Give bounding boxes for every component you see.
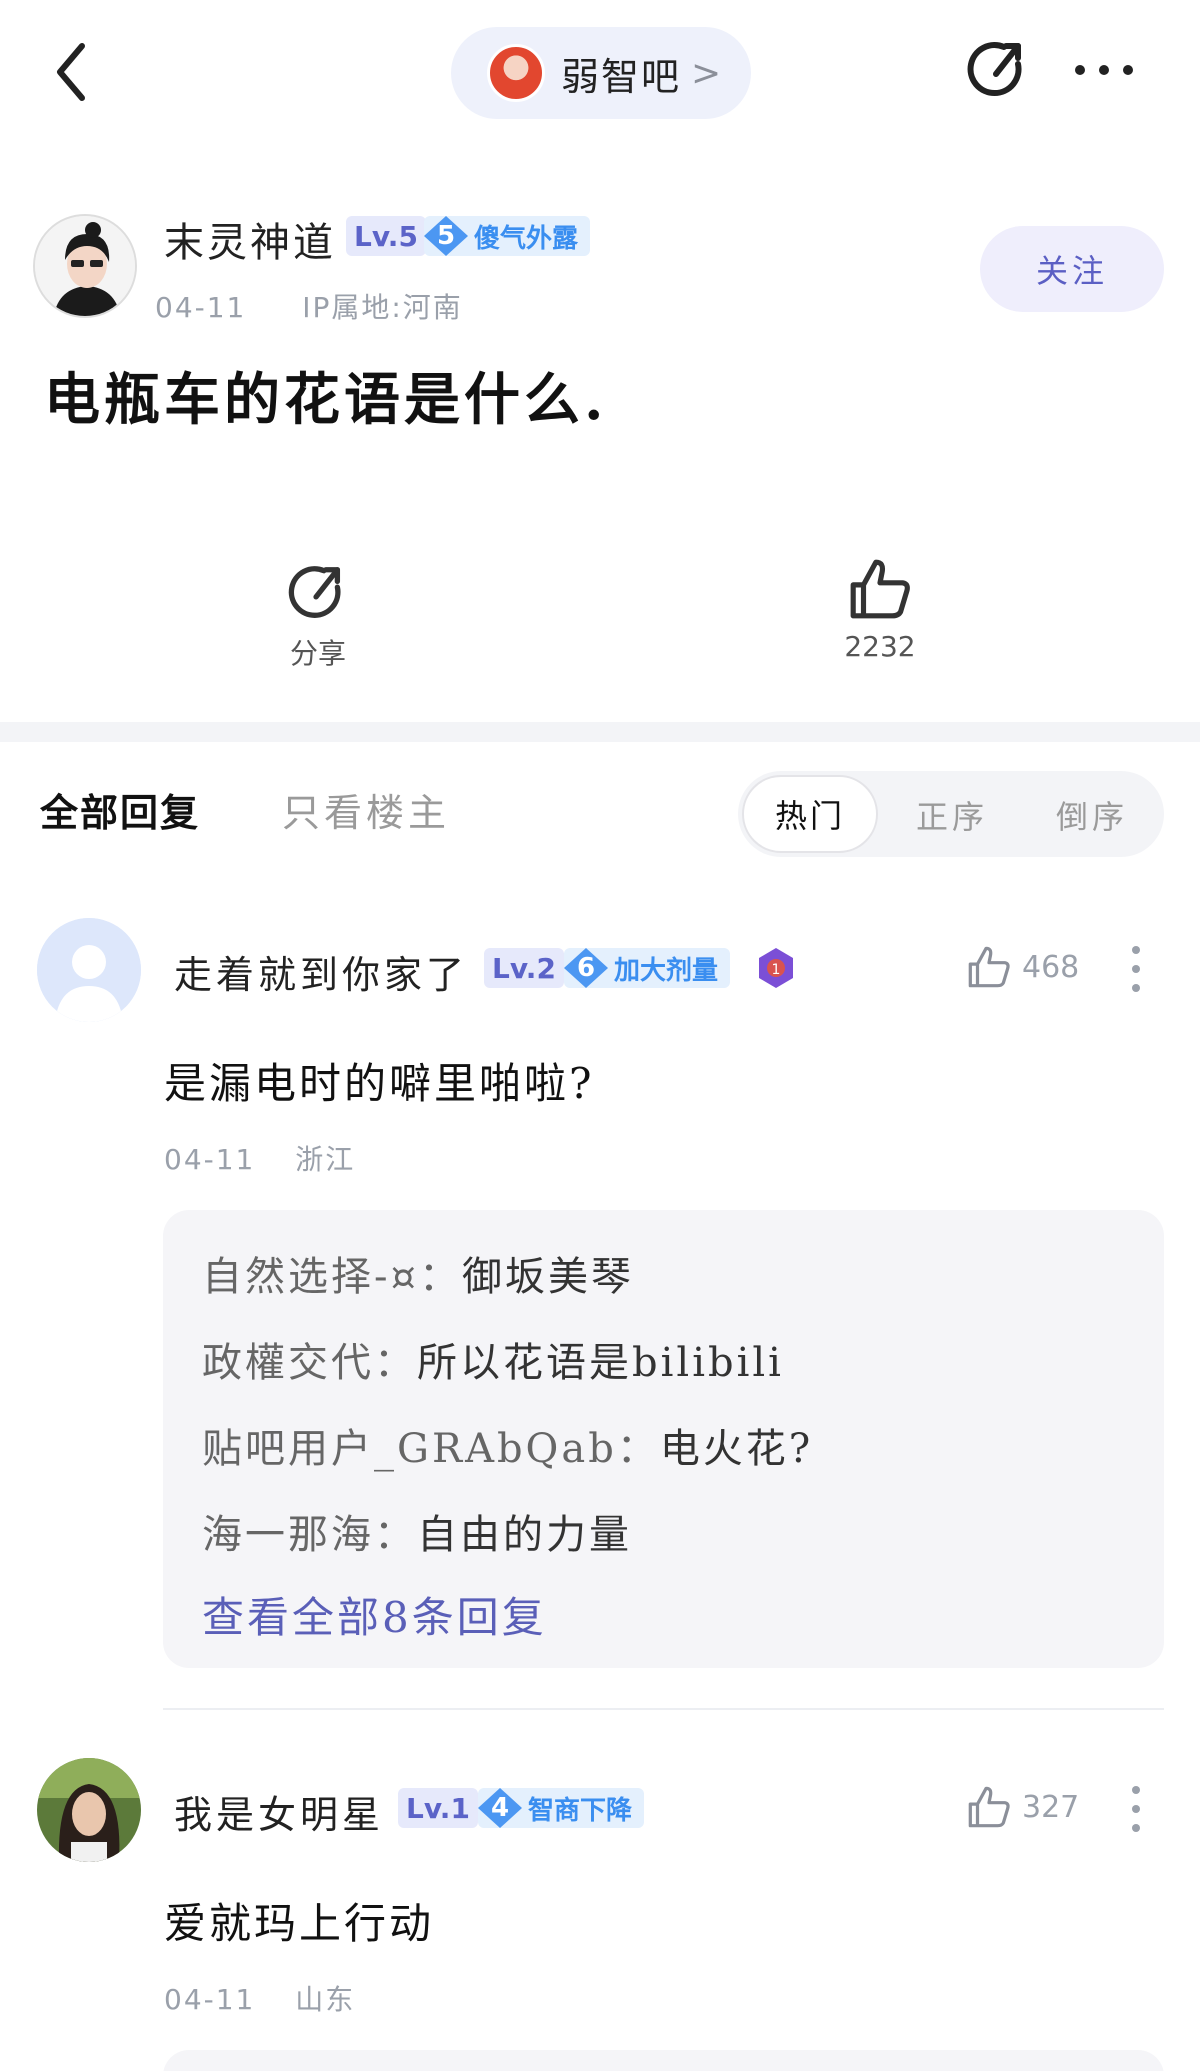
comment-title-text: 智商下降 <box>528 1795 633 1826</box>
comment-separator <box>163 1708 1164 1710</box>
medal-icon: 1 <box>756 946 796 990</box>
title-level-diamond: 4 <box>478 1788 522 1828</box>
title-level-diamond: 5 <box>424 216 468 256</box>
op-ip: IP属地:河南 <box>302 291 463 324</box>
comment-more-button[interactable] <box>1128 1784 1144 1834</box>
sort-asc[interactable]: 正序 <box>916 792 988 838</box>
op-date: 04-11 <box>155 291 247 324</box>
tab-all-replies[interactable]: 全部回复 <box>40 782 200 837</box>
reply-item[interactable]: 海一那海：自由的力量 <box>202 1502 632 1560</box>
reply-text: 自由的力量 <box>417 1512 632 1558</box>
share-label: 分享 <box>289 637 346 670</box>
more-vertical-icon <box>1132 946 1140 992</box>
comment-like-count: 327 <box>1022 1789 1080 1825</box>
view-all-replies-link[interactable]: 查看全部8条回复 <box>202 1584 547 1645</box>
reply-user[interactable]: 政權交代： <box>202 1340 417 1386</box>
op-name[interactable]: 末灵神道 <box>164 210 336 268</box>
share-action[interactable]: 分享 <box>268 562 368 672</box>
op-avatar[interactable] <box>33 214 137 318</box>
comment-date: 04-11 <box>164 1983 256 2016</box>
comment-level-badge: Lv.1 <box>398 1788 478 1828</box>
op-title-badge: 5 傻气外露 <box>424 216 591 256</box>
tab-op-only[interactable]: 只看楼主 <box>282 782 450 837</box>
avatar-photo <box>37 1758 141 1862</box>
comment-title-text: 加大剂量 <box>614 955 719 986</box>
op-meta: 04-11 IP属地:河南 <box>155 286 463 326</box>
comment-text: 爱就玛上行动 <box>164 1899 435 1948</box>
forum-name: 弱智吧 <box>561 54 682 99</box>
section-divider <box>0 722 1200 742</box>
comment-like-button[interactable]: 468 <box>966 944 1079 990</box>
comment-title-badge: 6 加大剂量 <box>564 948 731 988</box>
comment-level-badge: Lv.2 <box>484 948 564 988</box>
comment-like-count: 468 <box>1022 949 1080 985</box>
like-action[interactable]: 2232 <box>830 556 930 663</box>
comment-avatar[interactable] <box>37 1758 141 1862</box>
reply-text: 电火花? <box>659 1426 814 1472</box>
comment-location: 山东 <box>295 1983 356 2016</box>
thumbs-up-icon <box>850 559 910 619</box>
comment-author-name[interactable]: 走着就到你家了 <box>174 944 468 999</box>
comment-like-button[interactable]: 327 <box>966 1784 1079 1830</box>
forum-avatar <box>487 44 545 102</box>
comment-meta: 04-11 山东 <box>164 1978 355 2018</box>
reply-item[interactable]: 自然选择-¤：御坂美琴 <box>202 1244 634 1302</box>
comment-title-badge: 4 智商下降 <box>478 1788 645 1828</box>
more-vertical-icon <box>1132 1786 1140 1832</box>
forum-pill[interactable]: 弱智吧 > <box>451 27 751 119</box>
post-title: 电瓶车的花语是什么. <box>44 367 608 433</box>
thumbs-up-icon <box>968 1786 1010 1828</box>
reply-user[interactable]: 贴吧用户_GRAbQab： <box>202 1426 660 1472</box>
more-horizontal-icon <box>1075 65 1133 75</box>
reply-user[interactable]: 海一那海： <box>202 1512 417 1558</box>
share-icon <box>967 42 1022 97</box>
title-level-diamond: 6 <box>564 948 608 988</box>
reply-item[interactable]: 贴吧用户_GRAbQab：电火花? <box>202 1416 813 1474</box>
reply-preview-box[interactable] <box>163 2050 1164 2071</box>
more-menu-button[interactable] <box>1072 60 1136 80</box>
comment-more-button[interactable] <box>1128 944 1144 994</box>
avatar-illustration <box>35 216 135 316</box>
reply-text: 御坂美琴 <box>461 1254 634 1300</box>
comment-meta: 04-11 浙江 <box>164 1138 355 1178</box>
sort-desc[interactable]: 倒序 <box>1056 792 1128 838</box>
share-icon <box>288 566 341 618</box>
op-level-badge: Lv.5 <box>346 216 426 256</box>
comment-text: 是漏电时的噼里啪啦? <box>164 1059 595 1108</box>
default-avatar-icon <box>37 918 141 1022</box>
comment-location: 浙江 <box>295 1143 356 1176</box>
comment-author-name[interactable]: 我是女明星 <box>174 1784 384 1839</box>
reply-text: 所以花语是bilibili <box>417 1340 784 1386</box>
sort-hot[interactable]: 热门 <box>742 775 878 853</box>
share-top-button[interactable] <box>966 38 1030 102</box>
back-button[interactable] <box>52 40 92 104</box>
reply-user[interactable]: 自然选择-¤： <box>202 1254 462 1300</box>
reply-item[interactable]: 政權交代：所以花语是bilibili <box>202 1330 784 1388</box>
comment-date: 04-11 <box>164 1143 256 1176</box>
chevron-right-icon: > <box>691 52 722 94</box>
svg-text:1: 1 <box>772 962 781 978</box>
op-title-text: 傻气外露 <box>474 223 579 254</box>
thumbs-up-icon <box>968 946 1010 988</box>
follow-button[interactable]: 关注 <box>980 226 1164 312</box>
comment-avatar[interactable] <box>37 918 141 1022</box>
back-arrow-icon <box>57 43 85 101</box>
like-count: 2232 <box>844 630 916 663</box>
